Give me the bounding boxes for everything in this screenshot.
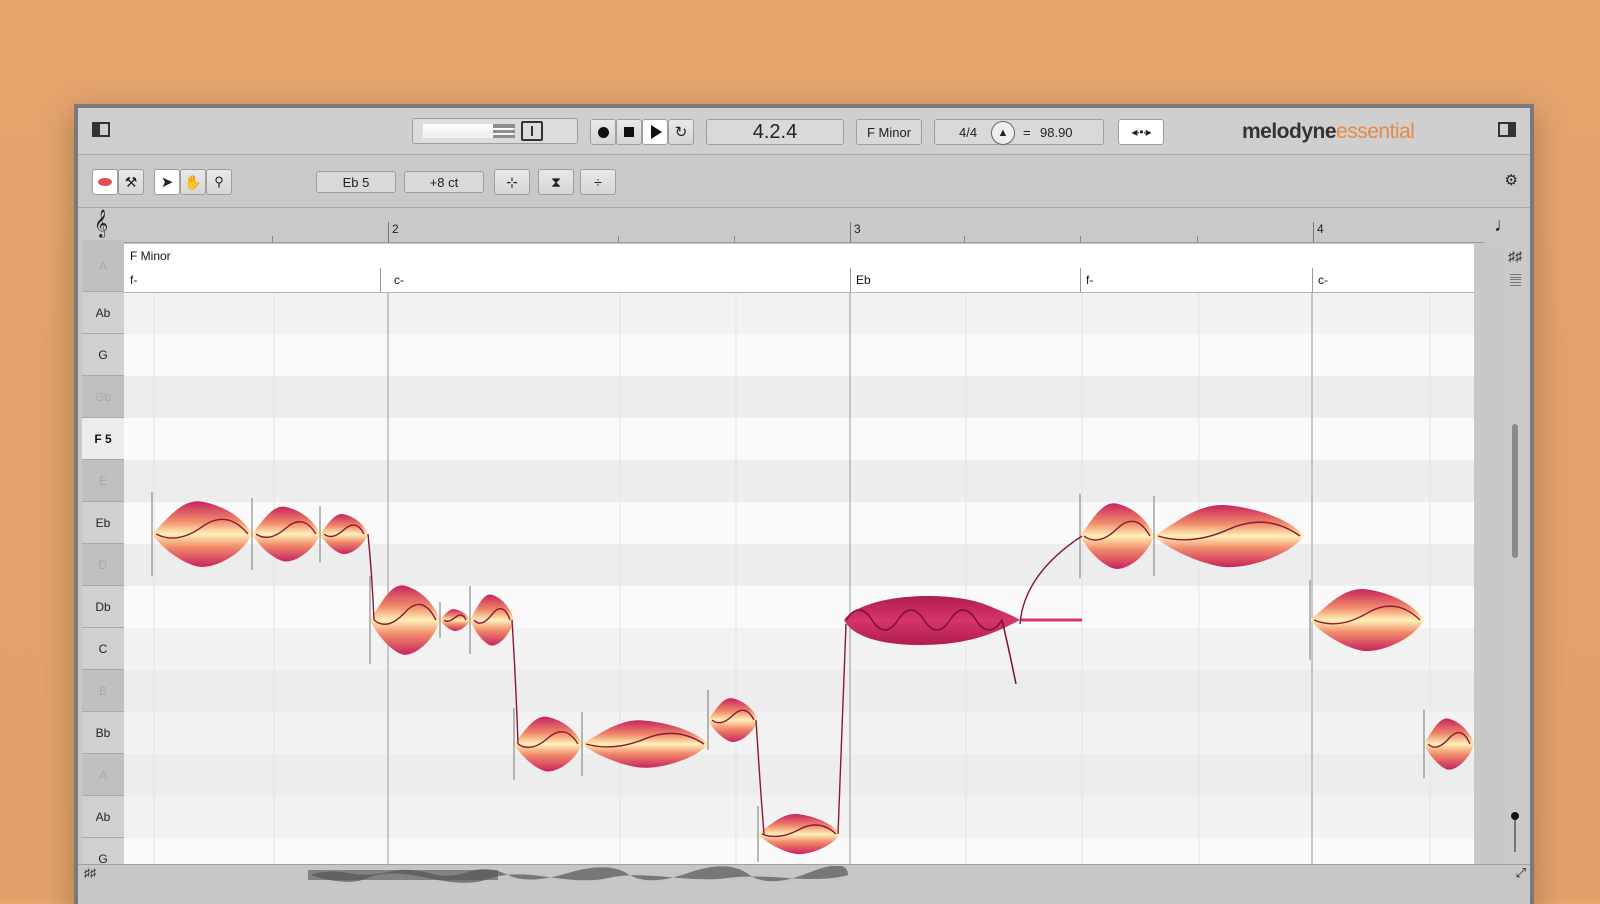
bar-number: 2 <box>392 222 399 236</box>
pitch-transition <box>755 719 765 835</box>
ruler-strip: 2 3 4 <box>122 222 1484 243</box>
pitch-key[interactable]: E <box>82 460 124 502</box>
pitch-transition <box>837 623 847 835</box>
note-blob <box>470 594 514 646</box>
pitch-key[interactable]: G <box>82 334 124 376</box>
loop-icon: ↻ <box>674 124 688 141</box>
right-sidebar: ♯♯ 𝄚 <box>1504 244 1526 864</box>
note-value-icon[interactable]: ♩ <box>1494 214 1514 237</box>
note-pitch-field[interactable]: Eb 5 <box>316 171 396 193</box>
pitch-key[interactable]: Gb <box>82 376 124 418</box>
fit-view-icon[interactable]: ⤢ <box>1516 865 1526 881</box>
modulation-icon: ⧗ <box>551 173 561 190</box>
loop-button[interactable]: ↻ <box>668 119 694 145</box>
key-display[interactable]: F Minor <box>856 119 922 145</box>
melodyne-window: ↻ 4.2.4 F Minor 4/4 ▲ = 98.90 ◂·•·▸ melo… <box>74 104 1534 904</box>
note-blob <box>1154 505 1304 568</box>
note-blob <box>758 813 840 855</box>
waveform-overview[interactable] <box>308 866 868 884</box>
note-cents-field[interactable]: +8 ct <box>404 171 484 193</box>
left-panel-toggle-icon[interactable] <box>92 122 110 137</box>
bar-number: 3 <box>854 222 861 236</box>
pitch-drift-button[interactable]: ÷ <box>580 169 616 195</box>
overview-bar[interactable]: ♯♯ ⤢ <box>78 864 1530 885</box>
title-bar: ↻ 4.2.4 F Minor 4/4 ▲ = 98.90 ◂·•·▸ melo… <box>78 108 1530 155</box>
time-ruler[interactable]: 𝄞 2 3 4 ♩ <box>78 208 1530 244</box>
note-blob <box>708 698 758 742</box>
pitch-transition <box>511 619 519 745</box>
sharp-flat-icon[interactable]: ♯♯ <box>1508 248 1522 264</box>
clef-icon[interactable]: 𝄞 <box>94 210 108 238</box>
scale-editor-icon[interactable]: 𝄚 <box>1510 272 1521 289</box>
tempo-field: 4/4 ▲ = 98.90 <box>934 119 1104 145</box>
arrow-icon: ➤ <box>160 174 174 191</box>
note-blob <box>370 585 440 655</box>
record-button[interactable] <box>590 119 616 145</box>
tempo-equals: = <box>1023 124 1031 140</box>
pitch-tool-button[interactable]: ⚒ <box>118 169 144 195</box>
tempo-detect-icon: ◂·•·▸ <box>1131 125 1151 139</box>
pitch-transition <box>1019 535 1083 625</box>
magnifier-icon: ⚲ <box>214 174 224 189</box>
note-blob <box>582 720 708 768</box>
note-blob <box>514 716 582 772</box>
zoom-slider[interactable] <box>1511 812 1519 852</box>
record-icon <box>597 126 609 138</box>
vertical-scrollbar[interactable] <box>1512 424 1518 558</box>
main-tool-button[interactable] <box>92 169 118 195</box>
right-panel-toggle-icon[interactable] <box>1498 122 1516 137</box>
metronome-icon[interactable]: ▲ <box>991 121 1015 145</box>
settings-gear-icon[interactable]: ⚙ <box>1505 171 1518 189</box>
pitch-key[interactable]: Eb <box>82 502 124 544</box>
position-display[interactable]: 4.2.4 <box>706 119 844 145</box>
stop-icon <box>624 127 634 137</box>
pitch-key[interactable]: A <box>82 240 124 292</box>
blob-tool-icon <box>98 178 112 186</box>
pitch-ruler[interactable]: A Ab G Gb F 5 E Eb D Db C B Bb A Ab G <box>82 240 125 880</box>
logo-edition: essential <box>1336 120 1415 143</box>
logo-main: melodyne <box>1242 120 1337 143</box>
note-blob <box>152 501 252 567</box>
zoom-tool-button[interactable]: ⚲ <box>206 169 232 195</box>
hand-tool-button[interactable]: ✋ <box>180 169 206 195</box>
stop-button[interactable] <box>616 119 642 145</box>
tempo-value[interactable]: 98.90 <box>1040 125 1073 140</box>
wrench-icon: ⚒ <box>124 173 138 190</box>
pitch-transition <box>367 533 375 621</box>
pitch-center-icon: ⊹ <box>506 173 518 190</box>
note-blob <box>1310 589 1424 652</box>
drift-icon: ÷ <box>594 174 602 190</box>
note-blob <box>1424 718 1474 770</box>
play-button[interactable] <box>642 119 668 145</box>
edit-toolbar: ⚒ ➤ ✋ ⚲ Eb 5 +8 ct ⊹ ⧗ ÷ ⚙ <box>78 155 1530 208</box>
bar-number: 4 <box>1317 222 1324 236</box>
pitch-key[interactable]: Db <box>82 586 124 628</box>
app-logo: melodyneessential <box>1242 120 1415 144</box>
pitch-key[interactable]: B <box>82 670 124 712</box>
hash-icon: ♯♯ <box>84 866 96 880</box>
hand-icon: ✋ <box>184 173 202 190</box>
pitch-modulation-button[interactable]: ⧗ <box>538 169 574 195</box>
pitch-key[interactable]: D <box>82 544 124 586</box>
pitch-key[interactable]: Ab <box>82 292 124 334</box>
note-editor[interactable]: F Minor f-c- Eb f-c- <box>124 244 1474 864</box>
note-blob <box>252 506 320 562</box>
pitch-key[interactable]: C <box>82 628 124 670</box>
pitch-key[interactable]: A <box>82 754 124 796</box>
time-signature[interactable]: 4/4 <box>959 125 977 140</box>
pitch-key[interactable]: Ab <box>82 796 124 838</box>
pitch-key[interactable]: F 5 <box>82 418 124 460</box>
playhead-mode-button[interactable] <box>521 121 543 141</box>
level-meter[interactable] <box>412 118 578 144</box>
note-blobs[interactable] <box>124 244 1474 864</box>
pointer-tool-button[interactable]: ➤ <box>154 169 180 195</box>
tempo-detect-button[interactable]: ◂·•·▸ <box>1118 119 1164 145</box>
play-icon <box>650 125 662 139</box>
pitch-center-button[interactable]: ⊹ <box>494 169 530 195</box>
note-blob <box>320 513 368 555</box>
note-blob <box>1080 503 1154 569</box>
note-blob <box>844 596 1020 645</box>
pitch-key[interactable]: Bb <box>82 712 124 754</box>
